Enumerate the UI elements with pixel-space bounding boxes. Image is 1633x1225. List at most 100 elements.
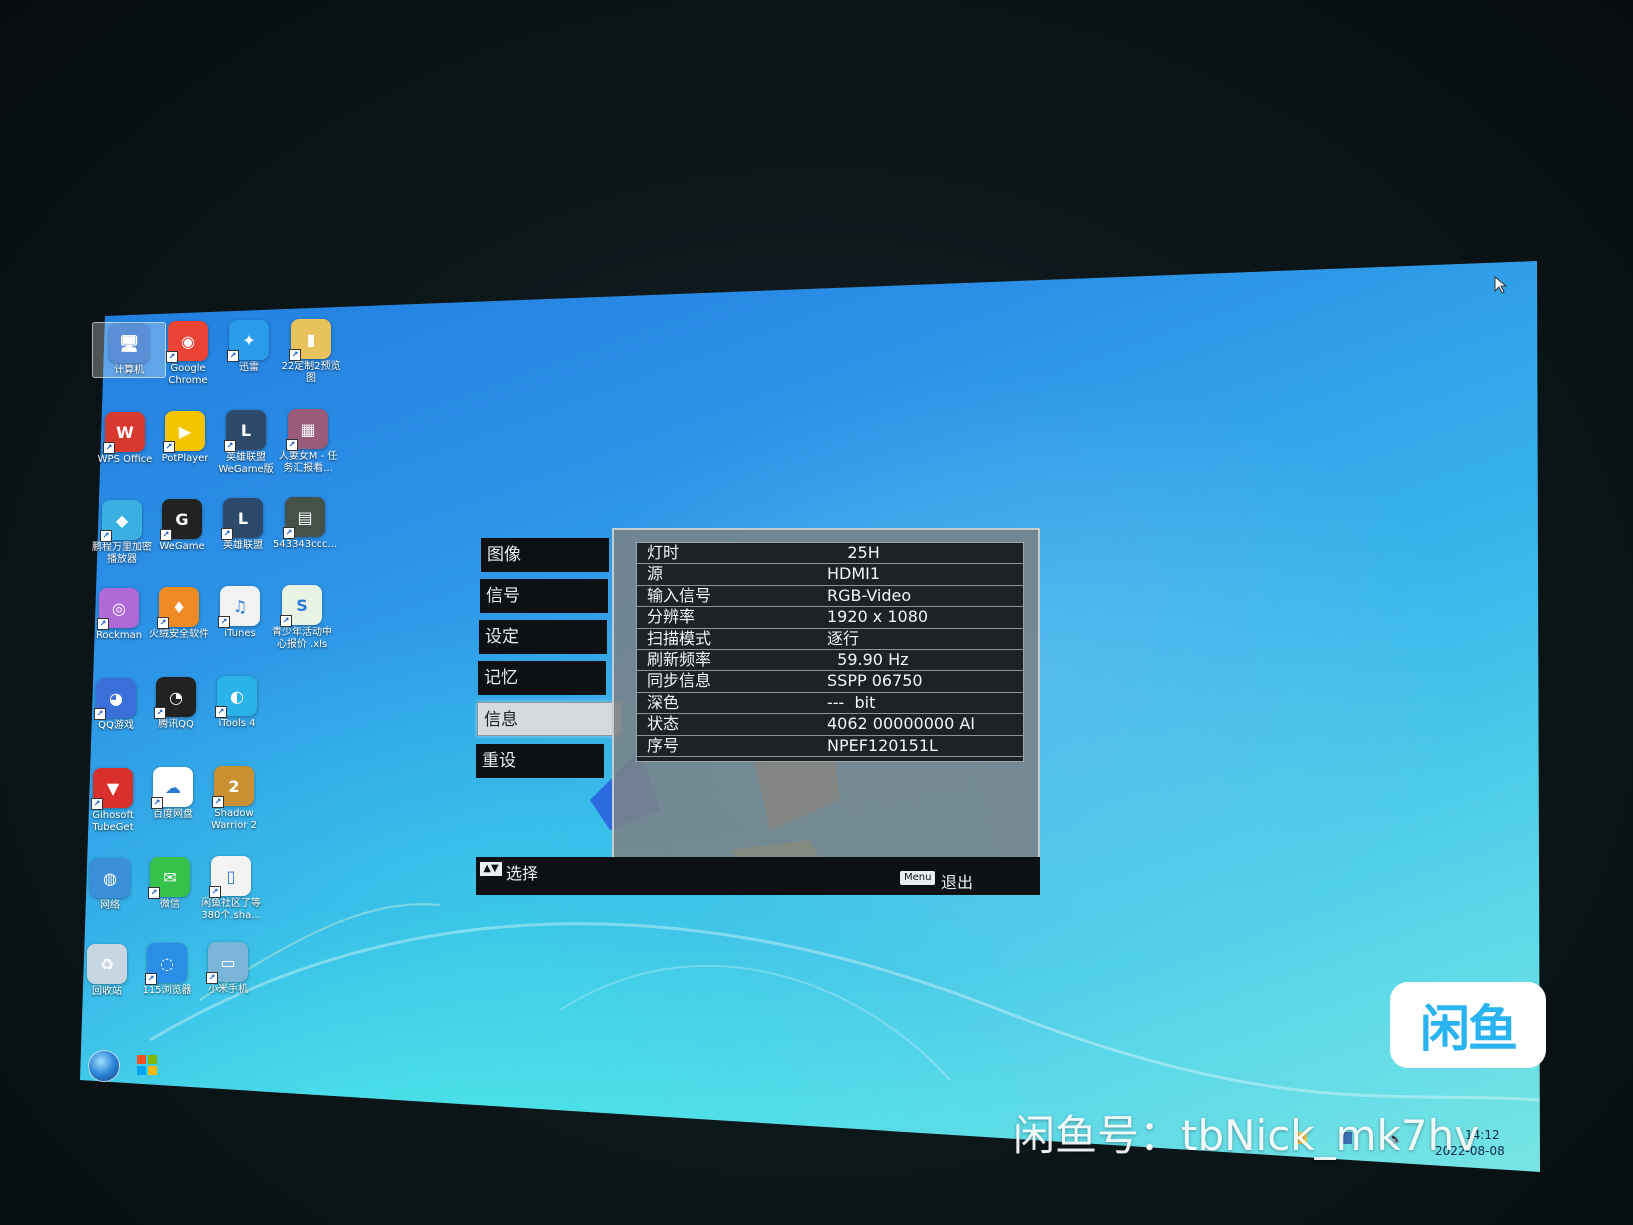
shortcut-arrow-icon: ↗: [100, 530, 112, 542]
shortcut-arrow-icon: ↗: [160, 529, 172, 541]
shortcut-arrow-icon: ↗: [212, 796, 224, 808]
tab-image[interactable]: 图像: [481, 538, 609, 572]
tubeget-icon: ▼ ↗: [91, 768, 133, 810]
shortcut-arrow-icon: ↗: [221, 528, 233, 540]
info-value: RGB-Video: [827, 585, 912, 605]
shortcut-arrow-icon: ↗: [91, 798, 103, 810]
qq-game-icon: ◕ ↗: [94, 678, 136, 720]
desktop-icon-label: 22定制2预览 图: [281, 361, 341, 384]
info-key: 状态: [647, 714, 680, 734]
shortcut-arrow-icon: ↗: [103, 442, 115, 454]
info-row: 源 HDMI1: [637, 564, 1023, 586]
shortcut-arrow-icon: ↗: [286, 439, 298, 451]
shortcut-arrow-icon: ↗: [163, 441, 175, 453]
desktop-icon[interactable]: ▤ ↗ 543343ccc...: [269, 497, 341, 551]
spreadsheet-icon: S ↗: [280, 585, 322, 627]
info-row: 状态 4062 00000000 AI: [637, 714, 1023, 736]
shortcut-arrow-icon: ↗: [94, 708, 106, 720]
info-value: 25H: [827, 543, 880, 562]
desktop-icon[interactable]: ▮ ↗ 22定制2预览 图: [275, 319, 347, 385]
info-value: SSPP 06750: [827, 671, 923, 691]
desktop-icon-label: Shadow Warrior 2: [211, 808, 257, 831]
desktop-icon[interactable]: ◐ ↗ iTools 4: [201, 676, 273, 730]
rockman-icon: ◎ ↗: [97, 588, 139, 630]
info-key: 深色: [647, 692, 680, 712]
wechat-icon: ✉ ↗: [148, 857, 190, 899]
wps-icon: W ↗: [103, 412, 145, 454]
start-button[interactable]: [88, 1050, 120, 1082]
lol-icon: L ↗: [221, 498, 263, 540]
shortcut-arrow-icon: ↗: [151, 797, 163, 809]
desktop-icon[interactable]: 2 ↗ Shadow Warrior 2: [198, 766, 270, 832]
tab-signal[interactable]: 信号: [480, 579, 608, 613]
xianyu-watermark-badge: 闲鱼: [1390, 982, 1546, 1068]
info-value: NPEF120151L: [827, 735, 938, 755]
shortcut-arrow-icon: ↗: [206, 972, 218, 984]
shortcut-arrow-icon: ↗: [218, 616, 230, 628]
potplayer-icon: ▶ ↗: [163, 411, 205, 453]
lol-icon: L ↗: [224, 410, 266, 452]
shortcut-arrow-icon: ↗: [145, 973, 157, 985]
chrome-icon: ◉ ↗: [166, 321, 208, 363]
shadow-warrior-icon: 2 ↗: [212, 766, 254, 808]
folder-icon: ▮ ↗: [289, 319, 331, 361]
shortcut-arrow-icon: ↗: [154, 707, 166, 719]
xunlei-icon: ✦ ↗: [227, 320, 269, 362]
shortcut-arrow-icon: ↗: [215, 706, 227, 718]
info-row: 序号 NPEF120151L: [637, 736, 1023, 757]
shortcut-arrow-icon: ↗: [224, 440, 236, 452]
tab-memory[interactable]: 记忆: [478, 661, 606, 695]
network-icon: ◍: [90, 858, 130, 898]
mouse-cursor-icon: [1494, 276, 1508, 294]
osd-footer: ▲▼ 选择 Menu 退出: [476, 857, 1040, 895]
select-hint: 选择: [506, 864, 539, 883]
film-icon: ▤ ↗: [283, 497, 325, 539]
info-row: 分辨率 1920 x 1080: [637, 607, 1023, 629]
shortcut-arrow-icon: ↗: [280, 615, 292, 627]
info-table: 灯时 25H 源 HDMI1 输入信号 RGB-Video 分辨率 1920 x 1080 扫…: [636, 542, 1024, 762]
up-down-arrow-icon: ▲▼: [480, 862, 502, 876]
player-icon: ◆ ↗: [100, 500, 142, 542]
info-key: 刷新频率: [647, 649, 712, 669]
info-value: 逐行: [827, 628, 860, 648]
desktop-icon-label: 543343ccc...: [272, 539, 338, 550]
shortcut-arrow-icon: ↗: [166, 351, 178, 363]
shortcut-arrow-icon: ↗: [283, 527, 295, 539]
qq-icon: ◔ ↗: [154, 677, 196, 719]
itunes-icon: ♫ ↗: [218, 586, 260, 628]
desktop-icon-label: 小米手机: [208, 984, 248, 995]
desktop-icon[interactable]: ▭ ↗ 小米手机: [192, 942, 264, 996]
info-row: 灯时 25H: [637, 543, 1023, 565]
info-row: 扫描模式 逐行: [637, 629, 1023, 650]
info-key: 同步信息: [647, 671, 712, 691]
desktop-icon-label: 闲鱼社区了等 380个.sha...: [201, 898, 261, 921]
tab-info[interactable]: 信息: [477, 702, 622, 736]
recycle-bin-icon: ♻: [87, 944, 127, 984]
osd-info-panel: 灯时 25H 源 HDMI1 输入信号 RGB-Video 分辨率 1920 x 1080 扫…: [612, 528, 1040, 864]
desktop-icon[interactable]: S ↗ 青少年活动中 心报价 .xls: [266, 585, 338, 651]
tab-settings[interactable]: 设定: [479, 620, 607, 654]
info-key: 灯时: [647, 543, 680, 562]
windows-flag-icon: [137, 1055, 157, 1075]
taskbar-windows-icon[interactable]: [136, 1054, 158, 1076]
menu-key-badge: Menu: [900, 871, 936, 885]
video-file-icon: ▦ ↗: [286, 409, 328, 451]
desktop-icon-label: iTools 4: [218, 718, 256, 729]
desktop-icon[interactable]: ▯ ↗ 闲鱼社区了等 380个.sha...: [195, 856, 267, 922]
shortcut-arrow-icon: ↗: [289, 349, 301, 361]
desktop-icon[interactable]: ▦ ↗ 人妻女M - 任 务汇报看...: [272, 409, 344, 475]
xianyu-watermark-text: 闲鱼号：tbNick_mk7hv: [1013, 1111, 1480, 1160]
info-key: 输入信号: [647, 585, 712, 605]
info-row: 输入信号 RGB-Video: [637, 585, 1023, 608]
tab-reset[interactable]: 重设: [476, 744, 604, 778]
info-row: 同步信息 SSPP 06750: [637, 671, 1023, 693]
browser-115-icon: ◌ ↗: [145, 943, 187, 985]
desktop-icon-label: 青少年活动中 心报价 .xls: [272, 627, 332, 650]
info-row: 刷新频率 59.90 Hz: [637, 649, 1023, 672]
wegame-icon: G ↗: [160, 499, 202, 541]
info-key: 序号: [647, 735, 680, 755]
info-key: 扫描模式: [647, 628, 712, 648]
computer-icon: 🖥: [109, 323, 149, 363]
shortcut-arrow-icon: ↗: [157, 617, 169, 629]
shortcut-arrow-icon: ↗: [148, 887, 160, 899]
